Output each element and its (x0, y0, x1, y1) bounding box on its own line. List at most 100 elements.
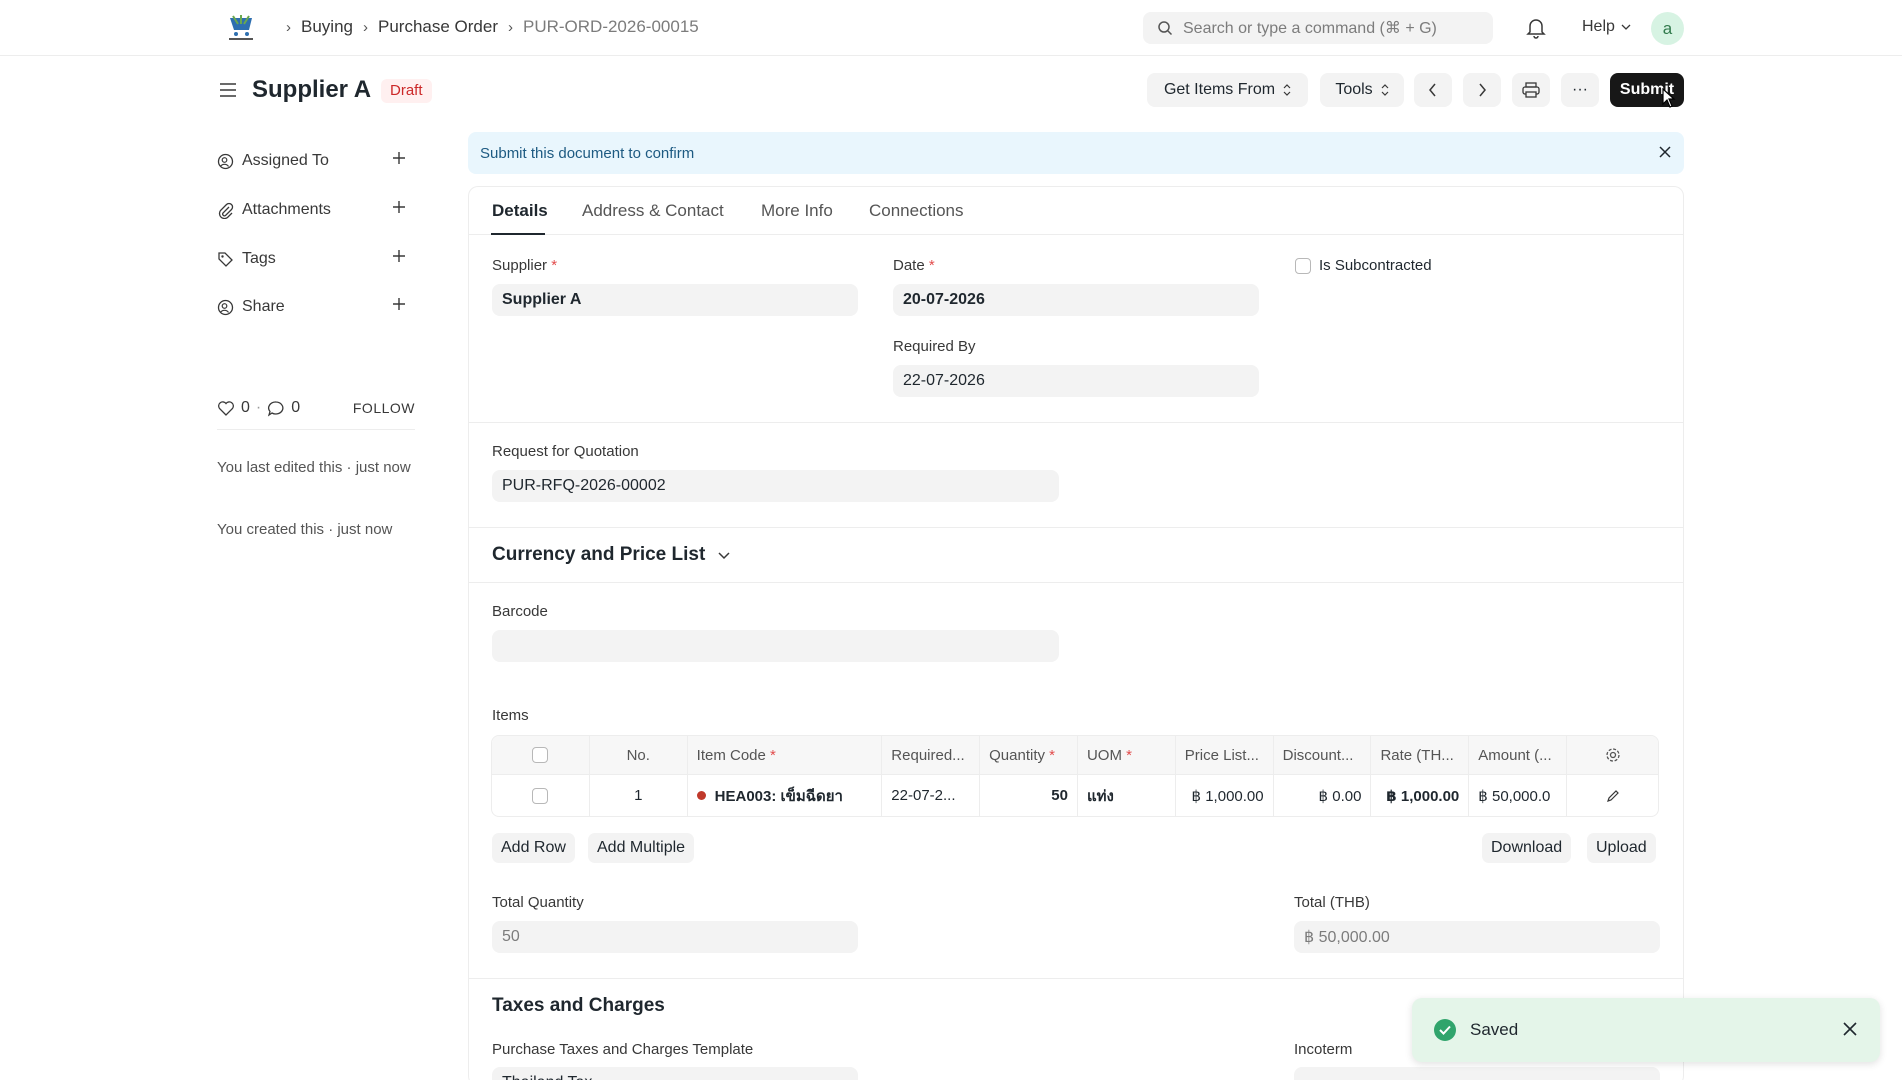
incoterm-label: Incoterm (1294, 1041, 1353, 1058)
cell-no: 1 (590, 775, 688, 816)
section-divider (469, 422, 1683, 423)
supplier-field[interactable]: Supplier A (492, 284, 858, 316)
separator-dot: · (255, 399, 262, 416)
table-row[interactable]: 1 HEA003: เข็มฉีดยา 22-07-2... 50 แท่ง ฿… (492, 774, 1658, 816)
next-document-button[interactable] (1463, 73, 1501, 107)
total-quantity-field: 50 (492, 921, 858, 953)
date-label: Date * (893, 257, 935, 274)
comment-icon[interactable] (267, 400, 285, 417)
chevron-right-icon (1479, 83, 1486, 97)
tab-connections[interactable]: Connections (869, 201, 964, 221)
cell-quantity[interactable]: 50 (980, 775, 1078, 816)
close-icon[interactable] (1842, 1021, 1858, 1037)
select-all-cell (492, 736, 590, 774)
required-by-field[interactable]: 22-07-2026 (893, 365, 1259, 397)
cell-item-code[interactable]: HEA003: เข็มฉีดยา (688, 775, 883, 816)
check-circle-icon (1434, 1019, 1456, 1041)
barcode-field[interactable] (492, 630, 1059, 662)
download-button[interactable]: Download (1482, 833, 1572, 863)
header-item-code: Item Code * (688, 736, 883, 774)
header-required-by: Required... (882, 736, 981, 774)
previous-document-button[interactable] (1414, 73, 1452, 107)
plus-icon[interactable] (391, 199, 407, 215)
select-arrows-icon (1283, 84, 1291, 96)
rfq-label: Request for Quotation (492, 443, 639, 460)
help-menu[interactable]: Help (1582, 18, 1631, 36)
header-uom: UOM * (1078, 736, 1176, 774)
avatar[interactable]: a (1651, 12, 1684, 45)
sidebar-toggle-icon[interactable] (218, 80, 238, 100)
currency-section-header[interactable]: Currency and Price List (492, 544, 731, 566)
sidebar-item-label: Assigned To (242, 152, 329, 169)
heart-icon[interactable] (217, 400, 235, 416)
sidebar-item-assigned-to[interactable]: Assigned To (217, 152, 417, 170)
row-checkbox[interactable] (532, 787, 549, 804)
sidebar-item-share[interactable]: Share (217, 298, 417, 316)
date-field[interactable]: 20-07-2026 (893, 284, 1259, 316)
add-row-button[interactable]: Add Row (492, 833, 575, 863)
comments-count: 0 (291, 399, 301, 416)
barcode-label: Barcode (492, 603, 548, 620)
more-actions-label: ··· (1572, 81, 1588, 98)
tab-address-contact[interactable]: Address & Contact (582, 201, 724, 221)
gear-icon[interactable] (1605, 747, 1621, 763)
header-discount: Discount... (1274, 736, 1372, 774)
status-badge: Draft (381, 79, 432, 103)
last-edited-text: You last edited this · just now (217, 459, 411, 476)
search-placeholder: Search or type a command (⌘ + G) (1183, 20, 1437, 37)
rfq-field[interactable]: PUR-RFQ-2026-00002 (492, 470, 1059, 502)
taxes-section-title[interactable]: Taxes and Charges (492, 995, 665, 1017)
tab-more-info[interactable]: More Info (761, 201, 833, 221)
chevron-right-icon: › (507, 18, 513, 36)
cell-discount[interactable]: ฿ 0.00 (1274, 775, 1372, 816)
follow-button[interactable]: FOLLOW (353, 400, 415, 416)
get-items-from-button[interactable]: Get Items From (1147, 73, 1308, 107)
cell-required-by[interactable]: 22-07-2... (882, 775, 981, 816)
is-subcontracted-label: Is Subcontracted (1319, 257, 1432, 274)
sidebar-stats: 0 · 0 FOLLOW (217, 399, 415, 430)
total-thb-label: Total (THB) (1294, 894, 1370, 911)
more-actions-button[interactable]: ··· (1561, 73, 1599, 107)
plus-icon[interactable] (391, 248, 407, 264)
share-user-icon (217, 299, 234, 315)
add-multiple-button[interactable]: Add Multiple (588, 833, 695, 863)
incoterm-field[interactable] (1294, 1067, 1660, 1080)
pencil-icon[interactable] (1606, 789, 1620, 803)
is-subcontracted-checkbox[interactable] (1295, 258, 1311, 274)
cell-uom[interactable]: แท่ง (1078, 775, 1176, 816)
help-label: Help (1582, 18, 1615, 35)
chevron-down-icon (1621, 24, 1631, 30)
print-button[interactable] (1512, 73, 1550, 107)
search-input[interactable]: Search or type a command (⌘ + G) (1143, 12, 1493, 44)
sidebar-item-tags[interactable]: Tags (217, 250, 417, 268)
header-settings-cell (1567, 736, 1658, 774)
total-thb-field: ฿ 50,000.00 (1294, 921, 1660, 953)
user-add-icon (217, 153, 234, 169)
select-all-checkbox[interactable] (532, 747, 549, 763)
breadcrumb-document[interactable]: PUR-ORD-2026-00015 (523, 17, 699, 37)
breadcrumb-purchase-order[interactable]: Purchase Order (378, 17, 498, 37)
breadcrumb-buying[interactable]: Buying (301, 17, 353, 37)
close-icon[interactable] (1658, 145, 1672, 159)
section-divider (469, 978, 1683, 979)
plus-icon[interactable] (391, 150, 407, 166)
toast-message: Saved (1470, 1020, 1519, 1039)
cell-price-list[interactable]: ฿ 1,000.00 (1176, 775, 1274, 816)
tools-button[interactable]: Tools (1320, 73, 1404, 107)
mouse-cursor-icon (1662, 88, 1676, 108)
cell-rate[interactable]: ฿ 1,000.00 (1371, 775, 1470, 816)
taxes-template-field[interactable]: Thailand Tax (492, 1067, 858, 1080)
items-table: No. Item Code * Required... Quantity * U… (491, 735, 1659, 817)
required-by-label: Required By (893, 338, 976, 355)
bell-icon[interactable] (1526, 17, 1546, 39)
app-logo-icon[interactable] (224, 12, 258, 44)
page-title: Supplier A (252, 76, 372, 103)
get-items-from-label: Get Items From (1163, 81, 1276, 98)
header-no: No. (590, 736, 688, 774)
sidebar-item-attachments[interactable]: Attachments (217, 201, 417, 219)
tab-details[interactable]: Details (492, 201, 548, 221)
plus-icon[interactable] (391, 296, 407, 312)
tools-label: Tools (1335, 81, 1373, 98)
upload-button[interactable]: Upload (1587, 833, 1656, 863)
form-tabs: Details Address & Contact More Info Conn… (469, 187, 1683, 235)
